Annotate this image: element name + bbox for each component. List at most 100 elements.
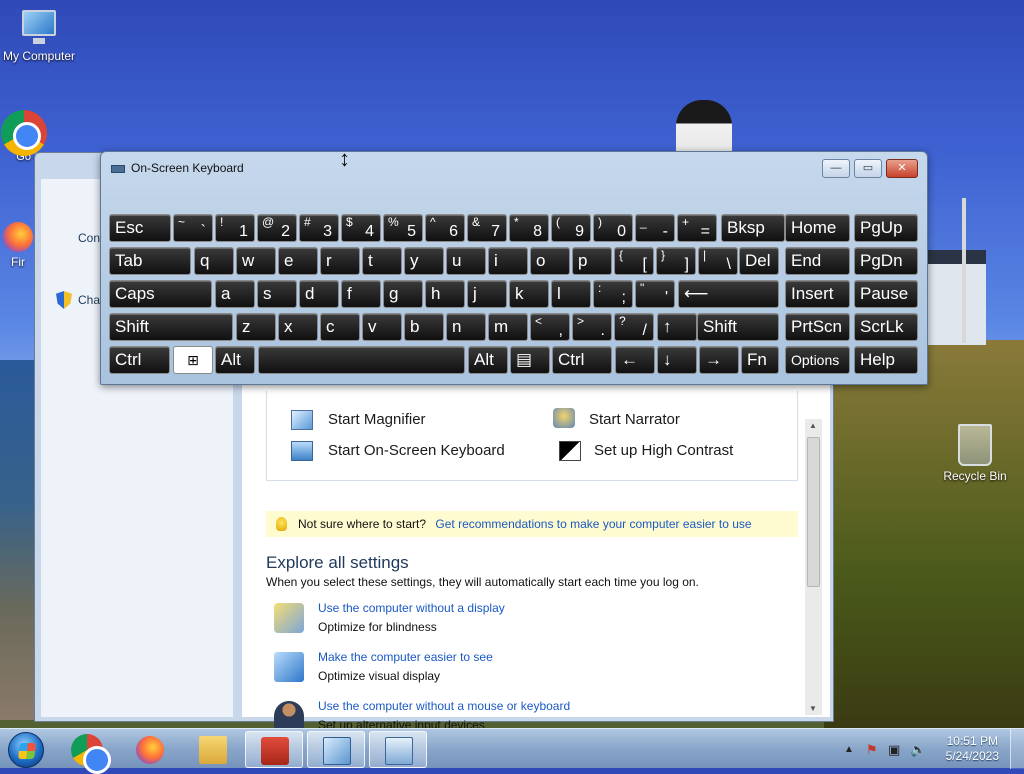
key-symbol[interactable]: }] [656,247,696,275]
start-narrator-link[interactable]: Start Narrator [589,411,680,428]
key-l[interactable]: l [551,280,591,308]
key-symbol[interactable]: :; [593,280,633,308]
taskbar-explorer[interactable] [184,731,242,768]
key-`[interactable]: ~ ` [173,214,213,242]
key-scrlk[interactable]: ScrLk [854,313,918,341]
key-z[interactable]: z [236,313,276,341]
key-u[interactable]: u [446,247,486,275]
key-a[interactable]: a [215,280,255,308]
scroll-thumb[interactable] [807,437,820,587]
key-8[interactable]: * 8 [509,214,549,242]
key-d[interactable]: d [299,280,339,308]
key-del[interactable]: Del [739,247,779,275]
key-g[interactable]: g [383,280,423,308]
key-alt-left[interactable]: Alt [215,346,255,374]
setting-link[interactable]: Use the computer without a display [318,601,505,615]
key-n[interactable]: n [446,313,486,341]
key-w[interactable]: w [236,247,276,275]
desktop-icon-recycle-bin[interactable]: Recycle Bin [933,424,1017,483]
key-symbol[interactable]: <, [530,313,570,341]
help-button[interactable]: Help [854,346,918,374]
key-shift-left[interactable]: Shift [109,313,233,341]
key-down-arrow[interactable]: ↓ [657,346,697,374]
key-3[interactable]: #3 [299,214,339,242]
key-alt-right[interactable]: Alt [468,346,508,374]
key-symbol[interactable]: ? / [614,313,654,341]
key-f[interactable]: f [341,280,381,308]
key-fn[interactable]: Fn [741,346,779,374]
key-7[interactable]: & 7 [467,214,507,242]
setting-link[interactable]: Make the computer easier to see [318,650,493,664]
key-p[interactable]: p [572,247,612,275]
key-prtscn[interactable]: PrtScn [785,313,850,341]
key-5[interactable]: % 5 [383,214,423,242]
key-pgdn[interactable]: PgDn [854,247,918,275]
key-y[interactable]: y [404,247,444,275]
key-symbol[interactable]: {[ [614,247,654,275]
key-tab[interactable]: Tab [109,247,191,275]
options-button[interactable]: Options [785,346,850,374]
key-ctrl-right[interactable]: Ctrl [552,346,612,374]
key-symbol[interactable]: " ' [635,280,675,308]
key-v[interactable]: v [362,313,402,341]
key-1[interactable]: ! 1 [215,214,255,242]
minimize-button[interactable]: — [822,159,850,178]
key-9[interactable]: (9 [551,214,591,242]
key-enter[interactable]: ⟵ [678,280,779,308]
key-s[interactable]: s [257,280,297,308]
key-insert[interactable]: Insert [785,280,850,308]
show-hidden-icons-icon[interactable]: ▲ [844,744,854,755]
key-h[interactable]: h [425,280,465,308]
key-pause[interactable]: Pause [854,280,918,308]
key-c[interactable]: c [320,313,360,341]
key-e[interactable]: e [278,247,318,275]
key-shift-right[interactable]: Shift [697,313,779,341]
key-caps[interactable]: Caps [109,280,212,308]
taskbar-toolbox[interactable] [245,731,303,768]
key-m[interactable]: m [488,313,528,341]
key-b[interactable]: b [404,313,444,341]
osk-titlebar[interactable]: On-Screen Keyboard — ▭ ✕ [101,152,927,182]
key-end[interactable]: End [785,247,850,275]
key-o[interactable]: o [530,247,570,275]
key-left-arrow[interactable]: ← [615,346,655,374]
close-button[interactable]: ✕ [886,159,918,178]
scroll-down-icon[interactable]: ▼ [809,704,817,713]
vertical-scrollbar[interactable]: ▲ ▼ [805,419,822,715]
key-space[interactable] [258,346,465,374]
start-osk-link[interactable]: Start On-Screen Keyboard [328,442,505,459]
show-desktop-button[interactable] [1010,729,1024,769]
key-esc[interactable]: Esc [109,214,171,242]
key-ctrl-left[interactable]: Ctrl [109,346,170,374]
network-icon[interactable]: ▣ [888,742,900,758]
taskbar-on-screen-keyboard[interactable] [369,731,427,768]
key-pgup[interactable]: PgUp [854,214,918,242]
key-4[interactable]: $4 [341,214,381,242]
clock[interactable]: 10:51 PM 5/24/2023 [946,734,999,764]
key-context-menu[interactable]: ▤ [510,346,550,374]
key-home[interactable]: Home [785,214,850,242]
key-2[interactable]: @2 [257,214,297,242]
taskbar-firefox[interactable] [121,731,179,768]
key-k[interactable]: k [509,280,549,308]
maximize-button[interactable]: ▭ [854,159,882,178]
key-symbol[interactable]: >. [572,313,612,341]
key-backspace[interactable]: Bksp [721,214,785,242]
key-q[interactable]: q [194,247,234,275]
desktop-icon-my-computer[interactable]: My Computer [0,10,81,63]
scroll-up-icon[interactable]: ▲ [809,421,817,430]
key-windows[interactable]: ⊞ [173,346,213,374]
start-magnifier-link[interactable]: Start Magnifier [328,411,426,428]
key--[interactable]: _ - [635,214,675,242]
recommendations-link[interactable]: Get recommendations to make your compute… [435,517,751,531]
key-j[interactable]: j [467,280,507,308]
setting-item[interactable]: Use the computer without a display Optim… [274,601,694,643]
key-=[interactable]: + = [677,214,717,242]
key-symbol[interactable]: | \ [698,247,738,275]
key-i[interactable]: i [488,247,528,275]
key-right-arrow[interactable]: → [699,346,739,374]
key-r[interactable]: r [320,247,360,275]
key-0[interactable]: ) 0 [593,214,633,242]
taskbar-chrome[interactable] [58,731,116,774]
key-x[interactable]: x [278,313,318,341]
